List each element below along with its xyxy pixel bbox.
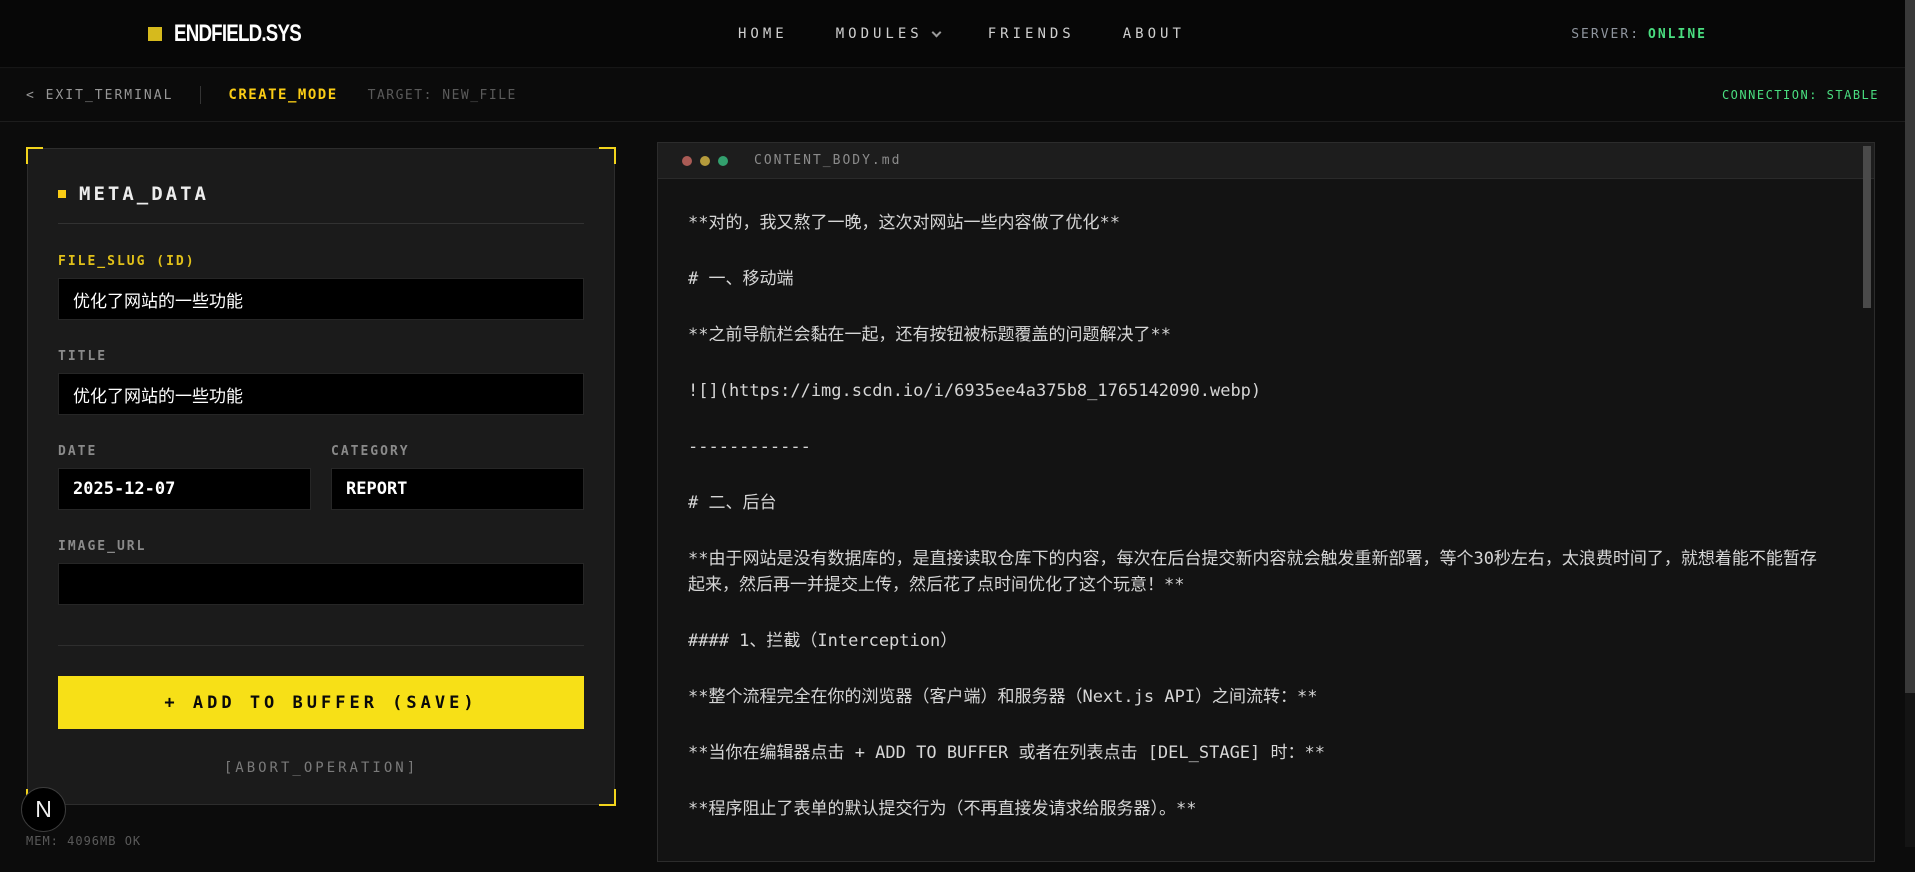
target-label: TARGET: NEW_FILE (367, 87, 517, 103)
title-input[interactable] (58, 373, 584, 415)
create-mode-label: CREATE_MODE (228, 87, 338, 103)
category-input[interactable] (331, 468, 584, 510)
corner-bracket-top-left (26, 147, 43, 164)
nav-links: HOME MODULES FRIENDS ABOUT (738, 0, 1185, 68)
field-category: CATEGORY (331, 444, 584, 510)
top-nav: ENDFIELD.SYS HOME MODULES FRIENDS ABOUT … (0, 0, 1905, 68)
markdown-line: **程序阻止了表单的默认提交行为（不再直接发请求给服务器）。** (688, 799, 1197, 819)
field-title: TITLE (58, 349, 584, 415)
brand-title: ENDFIELD.SYS (174, 20, 302, 47)
mem-status-text: MEM: 4096MB OK (26, 834, 142, 848)
date-input[interactable] (58, 468, 311, 510)
window-dot-red-icon (682, 155, 692, 166)
corner-bracket-top-right (599, 147, 616, 164)
field-slug: FILE_SLUG (ID) (58, 254, 584, 320)
form-divider (58, 645, 584, 646)
window-dot-yellow-icon (700, 155, 710, 166)
nextjs-dev-badge[interactable]: N (21, 787, 66, 832)
nav-item-label: ABOUT (1122, 26, 1185, 42)
category-label: CATEGORY (331, 444, 410, 459)
markdown-line: # 一、移动端 (688, 269, 794, 289)
editor-filename: CONTENT_BODY.md (754, 153, 902, 168)
title-label: TITLE (58, 349, 108, 364)
abort-operation-link[interactable]: [ABORT_OPERATION] (58, 760, 584, 776)
markdown-line: #### 1、拦截（Interception） (688, 631, 958, 651)
markdown-line: **之前导航栏会黏在一起，还有按钮被标题覆盖的问题解决了** (688, 325, 1171, 345)
markdown-line: # 二、后台 (688, 493, 777, 513)
bullet-square-icon (58, 190, 66, 198)
nav-item[interactable]: HOME (738, 26, 788, 42)
exit-terminal-link[interactable]: < EXIT_TERMINAL (26, 88, 173, 103)
nav-item[interactable]: MODULES (835, 26, 942, 42)
nav-item[interactable]: ABOUT (1123, 26, 1185, 42)
brand-logo-icon (148, 27, 162, 41)
brand[interactable]: ENDFIELD.SYS (148, 0, 337, 68)
slug-input[interactable] (58, 278, 584, 320)
content-editor-panel: CONTENT_BODY.md **对的，我又熬了一晚，这次对网站一些内容做了优… (657, 142, 1875, 862)
nav-item[interactable]: FRIENDS (988, 26, 1075, 42)
markdown-line: **由于网站是没有数据库的，是直接读取仓库下的内容，每次在后台提交新内容就会触发… (688, 549, 1817, 595)
connection-status: CONNECTION: STABLE (1721, 88, 1879, 102)
field-date: DATE (58, 444, 311, 510)
image-url-label: IMAGE_URL (58, 539, 147, 554)
slug-label: FILE_SLUG (ID) (58, 254, 196, 269)
toolbar-divider (200, 86, 202, 104)
panel-title: META_DATA (79, 183, 209, 205)
server-label: SERVER: (1571, 26, 1641, 42)
markdown-line: **对的，我又熬了一晚，这次对网站一些内容做了优化** (688, 213, 1120, 233)
image-url-input[interactable] (58, 563, 584, 605)
editor-title-bar: CONTENT_BODY.md (658, 143, 1874, 179)
nav-item-label: HOME (738, 26, 788, 42)
markdown-line: ------------ (688, 437, 811, 457)
date-label: DATE (58, 444, 98, 459)
page-scrollbar-thumb[interactable] (1905, 0, 1915, 693)
chevron-down-icon (931, 27, 942, 37)
nav-item-label: FRIENDS (987, 26, 1075, 42)
nav-item-label: MODULES (835, 26, 923, 42)
markdown-line: **当你在编辑器点击 + ADD TO BUFFER 或者在列表点击 [DEL_… (688, 743, 1325, 763)
panel-header: META_DATA (58, 179, 584, 224)
page-scrollbar[interactable] (1905, 0, 1915, 847)
markdown-content-area[interactable]: **对的，我又熬了一晚，这次对网站一些内容做了优化** # 一、移动端 **之前导航… (658, 179, 1874, 872)
markdown-line: ![](https://img.scdn.io/i/6935ee4a375b8_… (688, 381, 1262, 401)
markdown-line: **整个流程完全在你的浏览器（客户端）和服务器（Next.js API）之间流转… (688, 687, 1318, 707)
server-status-value: ONLINE (1648, 26, 1707, 42)
field-row-date-category: DATE CATEGORY (58, 444, 584, 510)
editor-scrollbar-thumb[interactable] (1863, 146, 1871, 308)
meta-data-panel: META_DATA FILE_SLUG (ID) TITLE DATE CATE… (26, 147, 616, 806)
terminal-toolbar: < EXIT_TERMINAL CREATE_MODE TARGET: NEW_… (0, 69, 1905, 122)
window-dot-green-icon (718, 155, 728, 166)
field-image-url: IMAGE_URL (58, 539, 584, 605)
server-status: SERVER: ONLINE (1571, 0, 1707, 68)
corner-bracket-bottom-right (599, 789, 616, 806)
add-to-buffer-button[interactable]: + ADD TO BUFFER (SAVE) (58, 676, 584, 729)
